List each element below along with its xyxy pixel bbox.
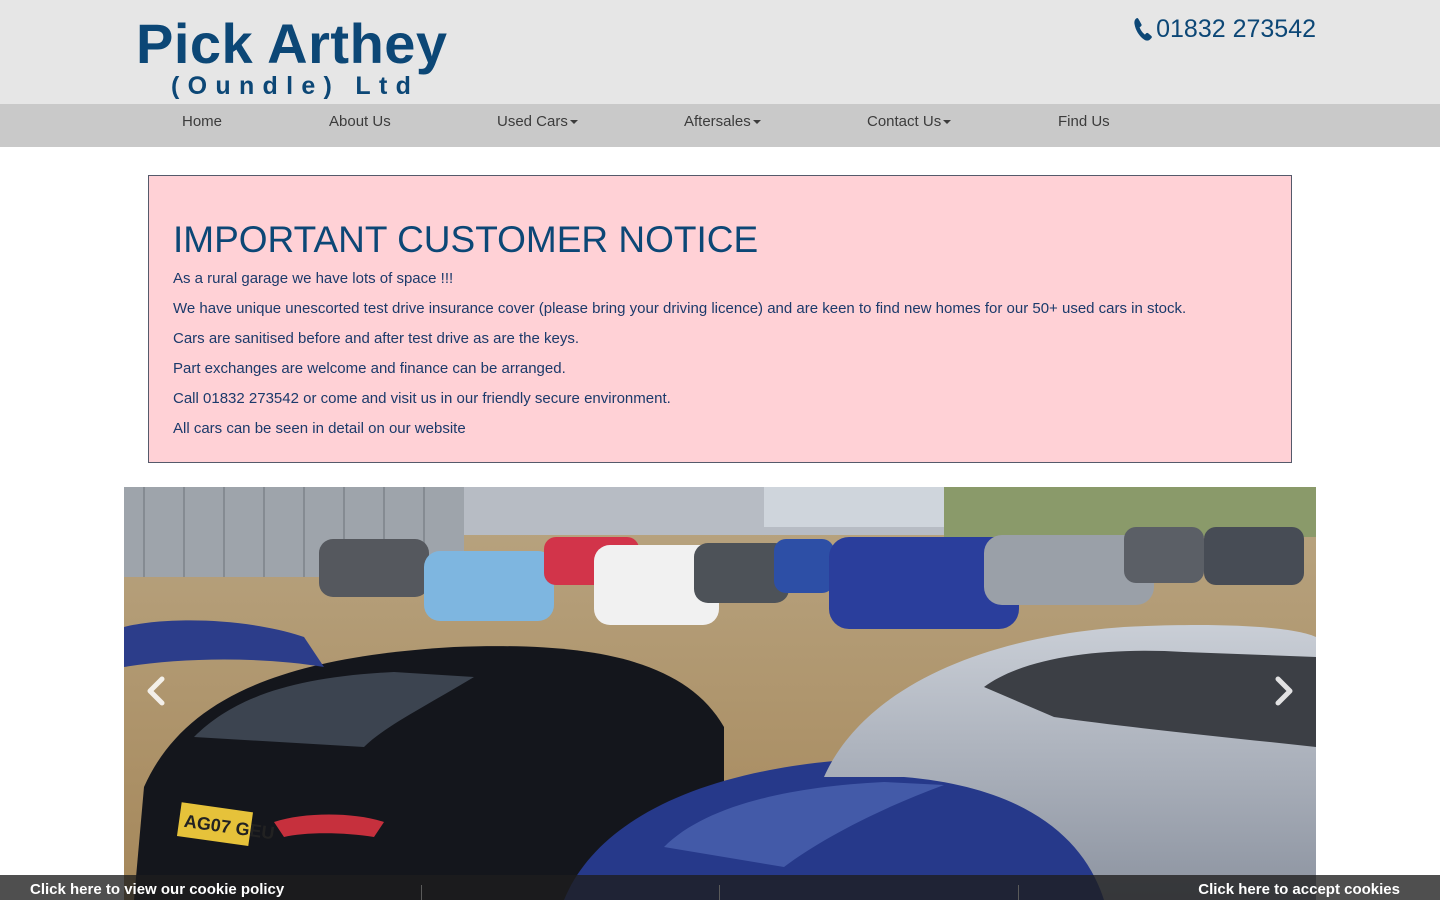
nav-aftersales-label: Aftersales: [684, 113, 751, 130]
notice-line: All cars can be seen in detail on our we…: [173, 420, 466, 437]
notice-line: Call 01832 273542 or come and visit us i…: [173, 390, 671, 407]
accept-cookies-link[interactable]: Click here to accept cookies: [1198, 880, 1400, 900]
nav-home[interactable]: Home: [182, 104, 222, 147]
notice-line: We have unique unescorted test drive ins…: [173, 300, 1187, 317]
image-carousel: AG07 GEU: [124, 487, 1316, 900]
caret-down-icon: [943, 120, 952, 125]
chevron-right-icon: [1275, 676, 1293, 706]
cookie-divider: [1018, 885, 1019, 900]
nav-about-us[interactable]: About Us: [329, 104, 391, 147]
cookie-divider: [719, 885, 720, 900]
notice-line: As a rural garage we have lots of space …: [173, 270, 454, 287]
notice-line: Cars are sanitised before and after test…: [173, 330, 580, 347]
logo-main-text[interactable]: Pick Arthey: [136, 10, 448, 78]
nav-about-us-label: About Us: [329, 113, 391, 130]
nav-used-cars-label: Used Cars: [497, 113, 568, 130]
phone-icon: [1134, 17, 1152, 41]
site-header: Pick Arthey (Oundle) Ltd 01832 273542: [0, 0, 1440, 104]
nav-aftersales[interactable]: Aftersales: [684, 104, 761, 147]
caret-down-icon: [569, 120, 578, 125]
nav-contact-us[interactable]: Contact Us: [867, 104, 952, 147]
nav-used-cars[interactable]: Used Cars: [497, 104, 578, 147]
nav-home-label: Home: [182, 113, 223, 130]
phone-text: 01832 273542: [1156, 15, 1316, 43]
nav-find-us-label: Find Us: [1058, 113, 1110, 130]
carousel-prev-button[interactable]: [136, 663, 176, 719]
car-forecourt-photo: AG07 GEU: [124, 487, 1316, 900]
notice-title: IMPORTANT CUSTOMER NOTICE: [173, 219, 759, 260]
main-navbar: Home About Us Used Cars Aftersales Conta…: [0, 104, 1440, 147]
chevron-left-icon: [147, 676, 165, 706]
cookie-divider: [421, 885, 422, 900]
nav-contact-us-label: Contact Us: [867, 113, 942, 130]
nav-find-us[interactable]: Find Us: [1058, 104, 1110, 147]
notice-lines: As a rural garage we have lots of space …: [173, 269, 1186, 449]
customer-notice-box: IMPORTANT CUSTOMER NOTICE As a rural gar…: [148, 175, 1292, 463]
caret-down-icon: [752, 120, 761, 125]
cookie-bar: Click here to view our cookie policy Cli…: [0, 875, 1440, 900]
notice-line: Part exchanges are welcome and finance c…: [173, 360, 566, 377]
phone-number[interactable]: 01832 273542: [1132, 14, 1316, 44]
logo-sub-text[interactable]: (Oundle) Ltd: [171, 72, 419, 100]
cookie-policy-link[interactable]: Click here to view our cookie policy: [30, 880, 284, 900]
carousel-next-button[interactable]: [1264, 663, 1304, 719]
